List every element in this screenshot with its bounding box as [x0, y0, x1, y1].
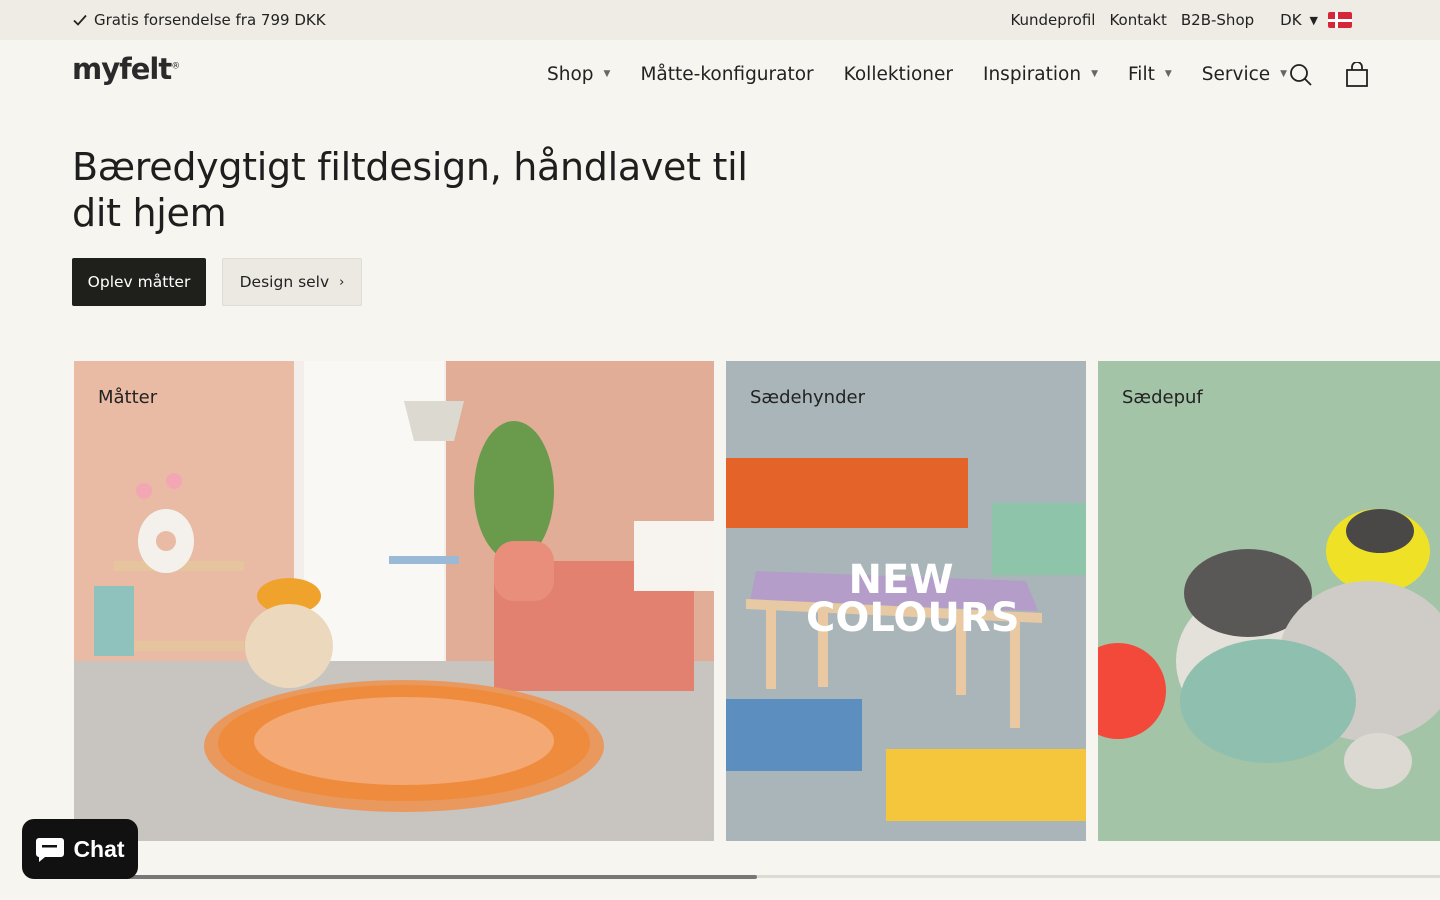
chat-bubble-icon: [36, 838, 65, 862]
chat-button[interactable]: Chat: [22, 819, 138, 879]
customer-profile-link[interactable]: Kundeprofil: [1010, 11, 1095, 29]
nav-collections[interactable]: Kollektioner: [844, 64, 953, 85]
caret-down-icon: ▼: [603, 69, 611, 79]
design-yourself-button[interactable]: Design selv ›: [222, 258, 362, 306]
shopping-bag-icon[interactable]: [1344, 62, 1370, 88]
main-nav: Shop ▼ Måtte-konfigurator Kollektioner In…: [547, 40, 1317, 108]
chat-label: Chat: [73, 835, 125, 862]
mats-room-image: [74, 361, 714, 841]
poufs-image: [1098, 361, 1440, 841]
nav-shop[interactable]: Shop ▼: [547, 64, 610, 85]
card-label: Måtter: [98, 387, 158, 408]
language-code: DK: [1280, 11, 1302, 29]
category-card-poufs[interactable]: Sædepuf: [1098, 361, 1440, 841]
caret-down-icon: ▼: [1309, 13, 1318, 27]
caret-down-icon: ▼: [1164, 69, 1172, 79]
nav-mat-configurator[interactable]: Måtte-konfigurator: [640, 64, 813, 85]
checkmark-icon: [73, 14, 87, 26]
language-selector[interactable]: DK ▼: [1280, 11, 1352, 29]
caret-down-icon: ▼: [1280, 69, 1288, 79]
card-label: Sædepuf: [1122, 387, 1203, 408]
explore-mats-button[interactable]: Oplev måtter: [72, 258, 206, 306]
nav-inspiration[interactable]: Inspiration ▼: [983, 64, 1098, 85]
b2b-shop-link[interactable]: B2B-Shop: [1181, 11, 1254, 29]
nav-service[interactable]: Service ▼: [1202, 64, 1287, 85]
search-icon[interactable]: [1288, 62, 1314, 88]
myfelt-logo[interactable]: myfelt®: [72, 52, 180, 86]
category-card-seat-cushions[interactable]: NEW COLOURS Sædehynder: [726, 361, 1086, 841]
free-shipping-promo: Gratis forsendelse fra 799 DKK: [72, 0, 326, 40]
new-colours-overlay: NEW COLOURS: [806, 557, 1020, 641]
site-header: myfelt® Shop ▼ Måtte-konfigurator Kollekt…: [0, 40, 1440, 108]
denmark-flag-icon: [1328, 12, 1352, 28]
card-label: Sædehynder: [750, 387, 865, 408]
chevron-right-icon: ›: [339, 274, 345, 290]
hero-headline: Bæredygtigt filtdesign, håndlavet til di…: [72, 145, 748, 235]
carousel-scroll-thumb[interactable]: [74, 875, 757, 879]
category-card-mats[interactable]: Måtter: [74, 361, 714, 841]
contact-link[interactable]: Kontakt: [1109, 11, 1166, 29]
announcement-bar: Gratis forsendelse fra 799 DKK Kundeprof…: [0, 0, 1440, 40]
utility-links: Kundeprofil Kontakt B2B-Shop DK ▼: [996, 0, 1352, 40]
nav-felt[interactable]: Filt ▼: [1128, 64, 1172, 85]
caret-down-icon: ▼: [1091, 69, 1099, 79]
promo-text: Gratis forsendelse fra 799 DKK: [94, 11, 326, 29]
